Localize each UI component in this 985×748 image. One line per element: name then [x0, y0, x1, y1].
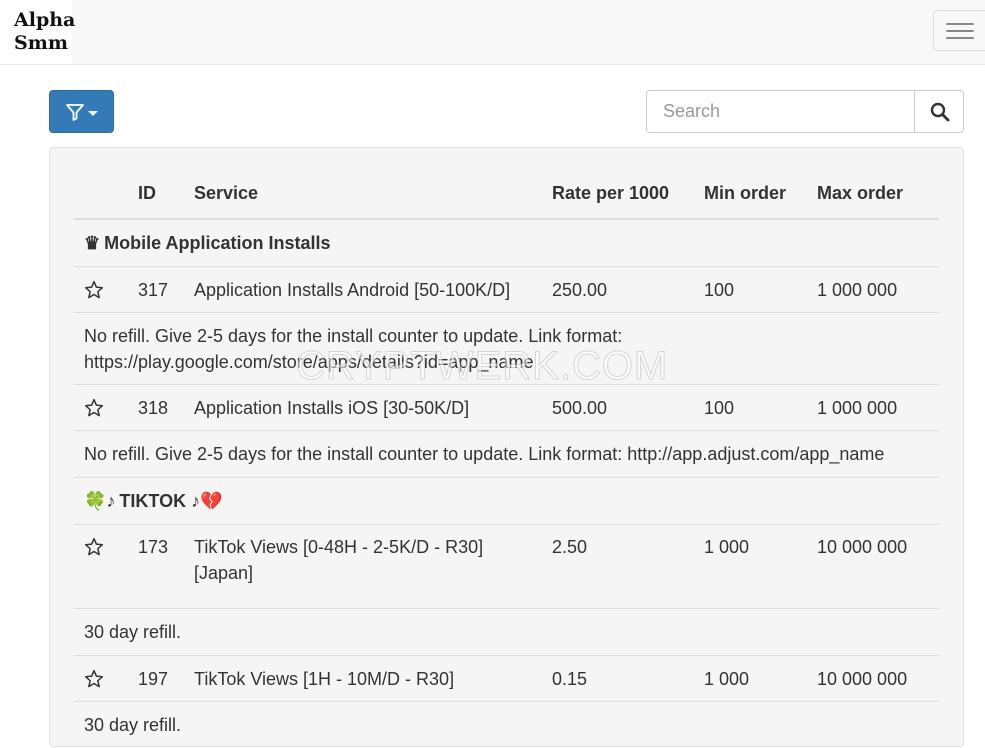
brand-logo[interactable]: Alpha Smm: [0, 0, 72, 64]
service-max: 1 000 000: [807, 385, 939, 431]
service-min: 100: [694, 267, 807, 313]
caret-down-icon: [88, 111, 98, 116]
logo-line-2: Smm: [14, 32, 72, 55]
col-id: ID: [128, 168, 184, 219]
service-rate: 0.15: [542, 656, 694, 702]
service-name: Application Installs Android [50-100K/D]: [184, 267, 542, 313]
service-row: 173 TikTok Views [0-48H - 2-5K/D - R30] …: [74, 525, 939, 609]
col-min-order: Min order: [694, 168, 807, 219]
service-max: 1 000 000: [807, 267, 939, 313]
service-id: 197: [128, 656, 184, 702]
col-service: Service: [184, 168, 542, 219]
category-name: TIKTOK ♪💔: [119, 491, 222, 511]
category-name: Mobile Application Installs: [104, 233, 330, 253]
service-rate: 250.00: [542, 267, 694, 313]
service-min: 100: [694, 385, 807, 431]
star-icon[interactable]: [84, 280, 104, 300]
service-rate: 2.50: [542, 525, 694, 609]
star-icon[interactable]: [84, 398, 104, 418]
service-name: TikTok Views [0-48H - 2-5K/D - R30] [Jap…: [184, 525, 542, 609]
service-description: 30 day refill.: [74, 702, 939, 748]
service-id: 173: [128, 525, 184, 609]
search-button[interactable]: [914, 90, 964, 133]
col-max-order: Max order: [807, 168, 939, 219]
service-name: Application Installs iOS [30-50K/D]: [184, 385, 542, 431]
hamburger-icon: [946, 23, 974, 25]
service-name: TikTok Views [1H - 10M/D - R30]: [184, 656, 542, 702]
search-icon: [930, 102, 950, 122]
star-icon[interactable]: [84, 537, 104, 557]
service-row: 317 Application Installs Android [50-100…: [74, 267, 939, 313]
service-description: No refill. Give 2-5 days for the install…: [74, 431, 939, 478]
service-min: 1 000: [694, 525, 807, 609]
category-row: 🍀♪TIKTOK ♪💔: [74, 478, 939, 525]
service-row: 318 Application Installs iOS [30-50K/D] …: [74, 385, 939, 431]
category-row: ♛Mobile Application Installs: [74, 219, 939, 267]
service-description: 30 day refill.: [74, 609, 939, 656]
description-row: No refill. Give 2-5 days for the install…: [74, 313, 939, 385]
services-table: ID Service Rate per 1000 Min order Max o…: [74, 168, 939, 748]
navbar: Alpha Smm: [0, 0, 985, 65]
col-favorite: [74, 168, 128, 219]
filter-icon: [65, 102, 85, 122]
service-row: 197 TikTok Views [1H - 10M/D - R30] 0.15…: [74, 656, 939, 702]
service-id: 317: [128, 267, 184, 313]
service-id: 318: [128, 385, 184, 431]
logo-line-1: Alpha: [14, 9, 72, 32]
service-max: 10 000 000: [807, 525, 939, 609]
service-rate: 500.00: [542, 385, 694, 431]
service-min: 1 000: [694, 656, 807, 702]
description-row: 30 day refill.: [74, 702, 939, 748]
clover-icon: 🍀♪: [84, 491, 115, 511]
description-row: 30 day refill.: [74, 609, 939, 656]
table-header-row: ID Service Rate per 1000 Min order Max o…: [74, 168, 939, 219]
filter-dropdown-button[interactable]: [49, 90, 114, 133]
service-max: 10 000 000: [807, 656, 939, 702]
service-description: No refill. Give 2-5 days for the install…: [74, 313, 939, 385]
search-input[interactable]: [646, 90, 916, 133]
description-row: No refill. Give 2-5 days for the install…: [74, 431, 939, 478]
star-icon[interactable]: [84, 669, 104, 689]
col-rate: Rate per 1000: [542, 168, 694, 219]
crown-icon: ♛: [84, 233, 100, 253]
menu-toggle-button[interactable]: [933, 10, 985, 51]
